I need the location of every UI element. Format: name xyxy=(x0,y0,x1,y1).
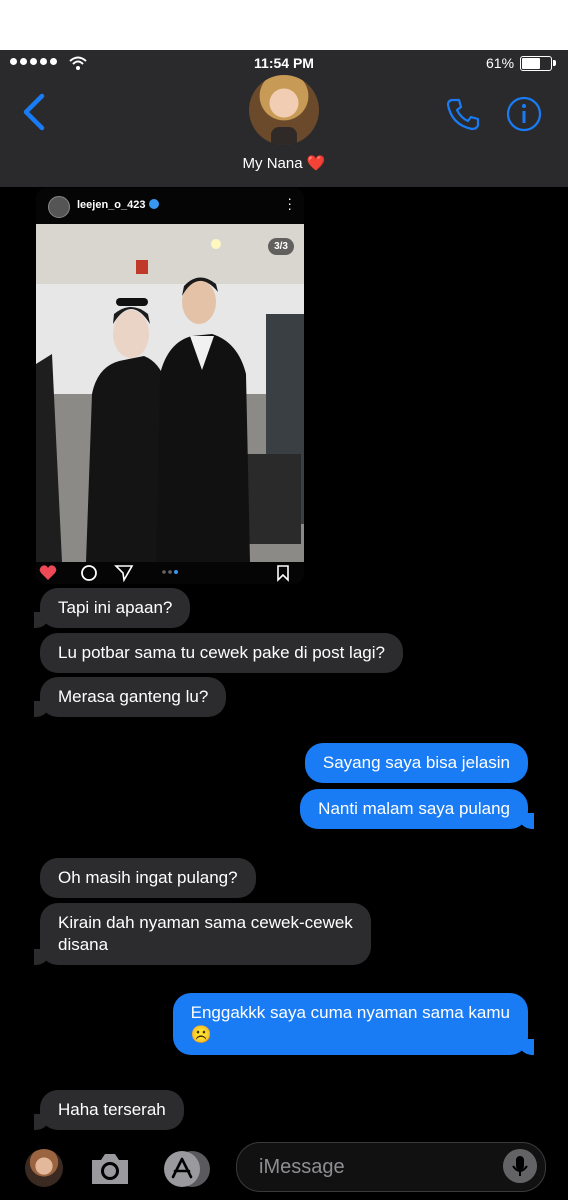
composer-bar: iMessage xyxy=(0,1132,568,1200)
outgoing-message[interactable]: Enggakkk saya cuma nyaman sama kamu ☹️ xyxy=(172,993,535,1055)
post-header: leejen_o_423 · · · xyxy=(36,188,304,224)
incoming-message[interactable]: Oh masih ingat pulang? xyxy=(40,858,256,898)
outgoing-message[interactable]: Nanti malam saya pulang xyxy=(300,789,534,829)
outgoing-message[interactable]: Sayang saya bisa jelasin xyxy=(304,743,528,783)
post-action-bar xyxy=(36,562,304,584)
contact-avatar[interactable] xyxy=(249,75,319,145)
incoming-message[interactable]: Haha terserah xyxy=(34,1090,184,1130)
comment-icon xyxy=(81,565,97,581)
status-bar: 11:54 PM 61% xyxy=(0,50,568,76)
incoming-message[interactable]: Merasa ganteng lu? xyxy=(33,677,227,717)
contact-name: My Nana xyxy=(242,155,303,172)
info-icon[interactable] xyxy=(506,96,542,132)
camera-icon[interactable] xyxy=(88,1150,132,1188)
verified-badge-icon xyxy=(148,199,159,209)
battery-icon xyxy=(520,56,556,71)
status-time: 11:54 PM xyxy=(254,55,314,71)
incoming-message[interactable]: Lu potbar sama tu cewek pake di post lag… xyxy=(40,633,403,673)
back-chevron-icon[interactable] xyxy=(18,92,54,132)
photo-scene xyxy=(36,224,304,562)
app-store-icon[interactable] xyxy=(162,1149,212,1189)
incoming-message[interactable]: Kirain dah nyaman sama cewek-cewek disan… xyxy=(34,903,371,965)
incoming-message[interactable]: Tapi ini apaan? xyxy=(33,588,191,628)
microphone-icon[interactable] xyxy=(503,1149,537,1183)
like-heart-icon xyxy=(39,565,57,580)
post-photo: 3/3 xyxy=(36,224,304,562)
phone-icon[interactable] xyxy=(444,95,482,133)
post-username: leejen_o_423 xyxy=(77,199,146,211)
post-username-row: leejen_o_423 xyxy=(77,199,159,211)
instagram-post-screenshot[interactable]: leejen_o_423 · · · 3/3 xyxy=(36,188,304,584)
share-icon xyxy=(114,565,134,583)
carousel-dots-icon xyxy=(162,570,178,574)
memoji-avatar[interactable] xyxy=(25,1149,63,1187)
bookmark-icon xyxy=(277,565,289,582)
post-user-avatar xyxy=(48,196,70,218)
contact-name-row[interactable]: My Nana ❤️ xyxy=(0,154,568,172)
heart-emoji: ❤️ xyxy=(306,155,326,172)
message-input[interactable]: iMessage xyxy=(236,1142,546,1192)
conversation-header: 11:54 PM 61% My Nana ❤️ xyxy=(0,50,568,187)
more-options-icon: · · · xyxy=(287,190,292,216)
message-input-placeholder: iMessage xyxy=(259,1156,345,1178)
image-counter: 3/3 xyxy=(268,238,294,255)
battery-percentage: 61% xyxy=(486,55,515,71)
top-margin xyxy=(0,0,568,50)
